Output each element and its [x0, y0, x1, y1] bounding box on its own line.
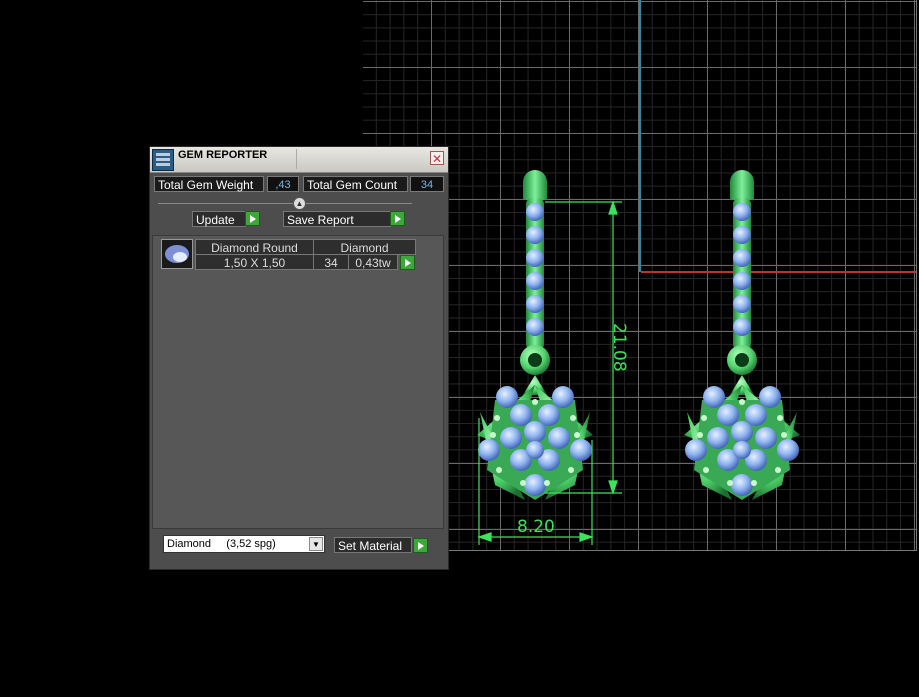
right-earring[interactable]	[684, 170, 800, 500]
save-report-go-icon[interactable]	[390, 211, 405, 226]
total-gem-count-value: 34	[410, 176, 444, 192]
total-gem-weight-value: ,43	[267, 176, 299, 192]
total-gem-weight-label: Total Gem Weight	[154, 176, 264, 192]
gem-list	[152, 235, 444, 529]
width-dimension-label: 8.20	[517, 517, 555, 537]
panel-title: GEM REPORTER	[178, 149, 268, 161]
panel-titlebar[interactable]: GEM REPORTER ✕	[150, 147, 448, 173]
set-material-go-icon[interactable]	[413, 538, 428, 553]
close-icon[interactable]: ✕	[430, 151, 444, 166]
gem-count-cell: 34	[313, 254, 349, 270]
section-divider	[158, 203, 412, 204]
left-earring[interactable]	[477, 170, 593, 500]
material-select-value: Diamond (3,52 spg)	[167, 538, 276, 550]
total-gem-count-label: Total Gem Count	[303, 176, 408, 192]
update-go-icon[interactable]	[245, 211, 260, 226]
gem-shape-cell: Diamond Round	[195, 239, 314, 255]
set-material-button[interactable]: Set Material	[334, 537, 412, 553]
height-dimension-label: 21.08	[609, 323, 629, 372]
update-button[interactable]: Update	[192, 211, 246, 227]
collapse-arrow-icon[interactable]: ▲	[293, 197, 306, 210]
gem-reporter-panel: GEM REPORTER ✕ Total Gem Weight ,43 Tota…	[149, 146, 449, 570]
gem-weight-cell: 0,43tw	[348, 254, 398, 270]
gem-size-cell: 1,50 X 1,50	[195, 254, 314, 270]
dropdown-arrow-icon[interactable]: ▼	[309, 537, 323, 551]
material-select[interactable]: Diamond (3,52 spg) ▼	[163, 535, 325, 553]
gem-material-cell: Diamond	[313, 239, 416, 255]
earring-model-scene: 21.08 8.20	[477, 170, 800, 545]
titlebar-separator	[296, 149, 297, 169]
round-gem-thumbnail[interactable]	[161, 239, 193, 269]
gem-row-go-icon[interactable]	[400, 255, 415, 270]
gem-reporter-app-icon	[152, 149, 174, 171]
save-report-button[interactable]: Save Report	[283, 211, 391, 227]
